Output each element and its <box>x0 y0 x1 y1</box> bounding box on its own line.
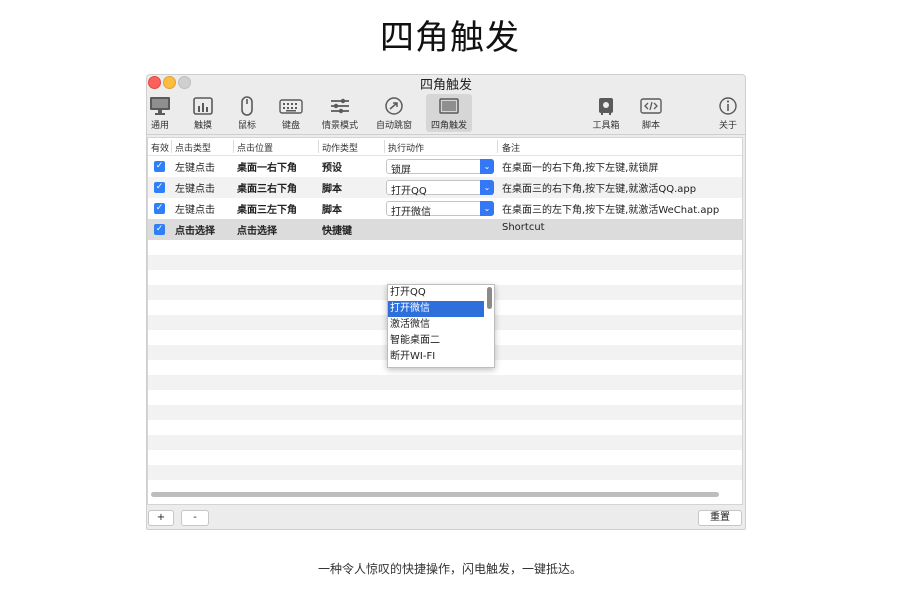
column-header-action-type[interactable]: 动作类型 <box>322 141 358 154</box>
column-header-click-type[interactable]: 点击类型 <box>175 141 211 154</box>
note-cell: 在桌面一的右下角,按下左键,就锁屏 <box>502 163 659 174</box>
action-type-cell: 脚本 <box>322 205 342 216</box>
tab-label: 情景模式 <box>321 121 358 131</box>
code-icon <box>640 98 662 114</box>
reset-button[interactable]: 重置 <box>698 510 742 526</box>
click-type-cell: 点击选择 <box>175 226 215 237</box>
tab-label: 工具箱 <box>592 121 620 131</box>
info-icon <box>719 97 737 115</box>
enabled-checkbox[interactable]: ✓ <box>154 161 165 172</box>
mouse-icon <box>241 96 253 116</box>
click-type-cell: 左键点击 <box>175 184 215 195</box>
toolbox-icon <box>599 98 613 115</box>
corners-icon <box>439 98 459 114</box>
table-row[interactable]: ✓ 左键点击 桌面一右下角 预设 锁屏 ⌄ 在桌面一的右下角,按下左键,就锁屏 <box>148 156 742 177</box>
note-cell: Shortcut <box>502 222 545 233</box>
keyboard-icon <box>279 99 303 114</box>
tab-scripts[interactable]: 脚本 <box>628 94 674 132</box>
tab-label: 脚本 <box>641 121 660 131</box>
table-row[interactable]: ✓ 左键点击 桌面三右下角 脚本 打开QQ ⌄ 在桌面三的右下角,按下左键,就激… <box>148 177 742 198</box>
tab-about[interactable]: 关于 <box>705 94 745 132</box>
tab-scenes[interactable]: 情景模式 <box>317 94 363 132</box>
toolbar: 通用 触摸 鼠标 键盘 情景模式 自动跳窗 四角触发 工具箱 脚本 关于 <box>147 90 745 135</box>
chevron-updown-icon[interactable]: ⌄ <box>480 159 494 174</box>
remove-button[interactable]: - <box>181 510 209 526</box>
click-type-cell: 左键点击 <box>175 163 215 174</box>
tab-label: 关于 <box>718 121 737 131</box>
dropdown-option[interactable]: 激活微信 <box>388 317 484 333</box>
column-header-action[interactable]: 执行动作 <box>388 141 424 154</box>
dropdown-option[interactable]: 打开QQ <box>388 285 484 301</box>
tab-mouse[interactable]: 鼠标 <box>224 94 270 132</box>
note-cell: 在桌面三的左下角,按下左键,就激活WeChat.app <box>502 205 720 216</box>
bottom-bar: + - 重置 <box>147 505 745 529</box>
action-select[interactable]: 锁屏 ⌄ <box>386 159 494 176</box>
action-select-value: 打开微信 <box>391 207 431 218</box>
action-type-cell: 预设 <box>322 163 342 174</box>
sliders-icon <box>331 98 349 114</box>
dropdown-option[interactable]: 断开WI-FI <box>388 349 484 365</box>
chevron-updown-icon[interactable]: ⌄ <box>480 201 494 216</box>
chevron-updown-icon[interactable]: ⌄ <box>480 180 494 195</box>
tab-label: 自动跳窗 <box>375 121 412 131</box>
tab-label: 四角触发 <box>430 121 467 131</box>
enabled-checkbox[interactable]: ✓ <box>154 182 165 193</box>
tab-label: 通用 <box>150 121 169 131</box>
enabled-checkbox[interactable]: ✓ <box>154 224 165 235</box>
tab-label: 触摸 <box>193 121 212 131</box>
enabled-checkbox[interactable]: ✓ <box>154 203 165 214</box>
tab-label: 键盘 <box>281 121 300 131</box>
position-cell: 点击选择 <box>237 226 277 237</box>
page-caption: 一种令人惊叹的快捷操作，闪电触发，一键抵达。 <box>317 562 582 576</box>
tab-toolbox[interactable]: 工具箱 <box>583 94 629 132</box>
action-select[interactable]: 打开微信 ⌄ <box>386 201 494 218</box>
dropdown-option[interactable]: 智能桌面二 <box>388 333 484 349</box>
column-header-enabled[interactable]: 有效 <box>151 141 169 154</box>
position-cell: 桌面三左下角 <box>237 205 297 216</box>
position-cell: 桌面三右下角 <box>237 184 297 195</box>
dropdown-scrollbar[interactable] <box>487 287 492 309</box>
tab-keyboard[interactable]: 键盘 <box>268 94 314 132</box>
add-button[interactable]: + <box>148 510 174 526</box>
arrow-circle-icon <box>385 97 403 115</box>
monitor-icon <box>150 97 170 115</box>
action-dropdown-menu: 打开QQ 打开微信 激活微信 智能桌面二 断开WI-FI <box>387 284 495 368</box>
tab-label: 鼠标 <box>237 121 256 131</box>
corner-trigger-table: 有效 点击类型 点击位置 动作类型 执行动作 备注 ✓ 左键点击 桌面一右下角 … <box>147 137 743 505</box>
click-type-cell: 左键点击 <box>175 205 215 216</box>
tab-general[interactable]: 通用 <box>147 94 183 132</box>
tab-four-corners[interactable]: 四角触发 <box>426 94 472 132</box>
action-type-cell: 脚本 <box>322 184 342 195</box>
action-type-cell: 快捷键 <box>322 226 352 237</box>
tab-auto-window[interactable]: 自动跳窗 <box>371 94 417 132</box>
horizontal-scrollbar[interactable] <box>151 492 719 497</box>
action-select-value: 锁屏 <box>391 165 411 176</box>
dropdown-option-highlighted[interactable]: 打开微信 <box>388 301 484 317</box>
title-bar: 四角触发 <box>147 75 745 93</box>
tab-touch[interactable]: 触摸 <box>180 94 226 132</box>
column-header-position[interactable]: 点击位置 <box>237 141 273 154</box>
table-header: 有效 点击类型 点击位置 动作类型 执行动作 备注 <box>148 138 742 156</box>
column-header-note[interactable]: 备注 <box>502 141 520 154</box>
note-cell: 在桌面三的右下角,按下左键,就激活QQ.app <box>502 184 697 195</box>
preferences-window: 四角触发 通用 触摸 鼠标 键盘 情景模式 自动跳窗 四角触发 工具箱 脚本 关… <box>146 74 746 530</box>
table-row[interactable]: ✓ 左键点击 桌面三左下角 脚本 打开微信 ⌄ 在桌面三的左下角,按下左键,就激… <box>148 198 742 219</box>
action-select-value: 打开QQ <box>391 186 427 197</box>
table-row[interactable]: ✓ 点击选择 点击选择 快捷键 Shortcut <box>148 219 742 240</box>
action-select[interactable]: 打开QQ ⌄ <box>386 180 494 197</box>
position-cell: 桌面一右下角 <box>237 163 297 174</box>
page-title: 四角触发 <box>380 18 520 58</box>
trackpad-icon <box>193 97 213 115</box>
